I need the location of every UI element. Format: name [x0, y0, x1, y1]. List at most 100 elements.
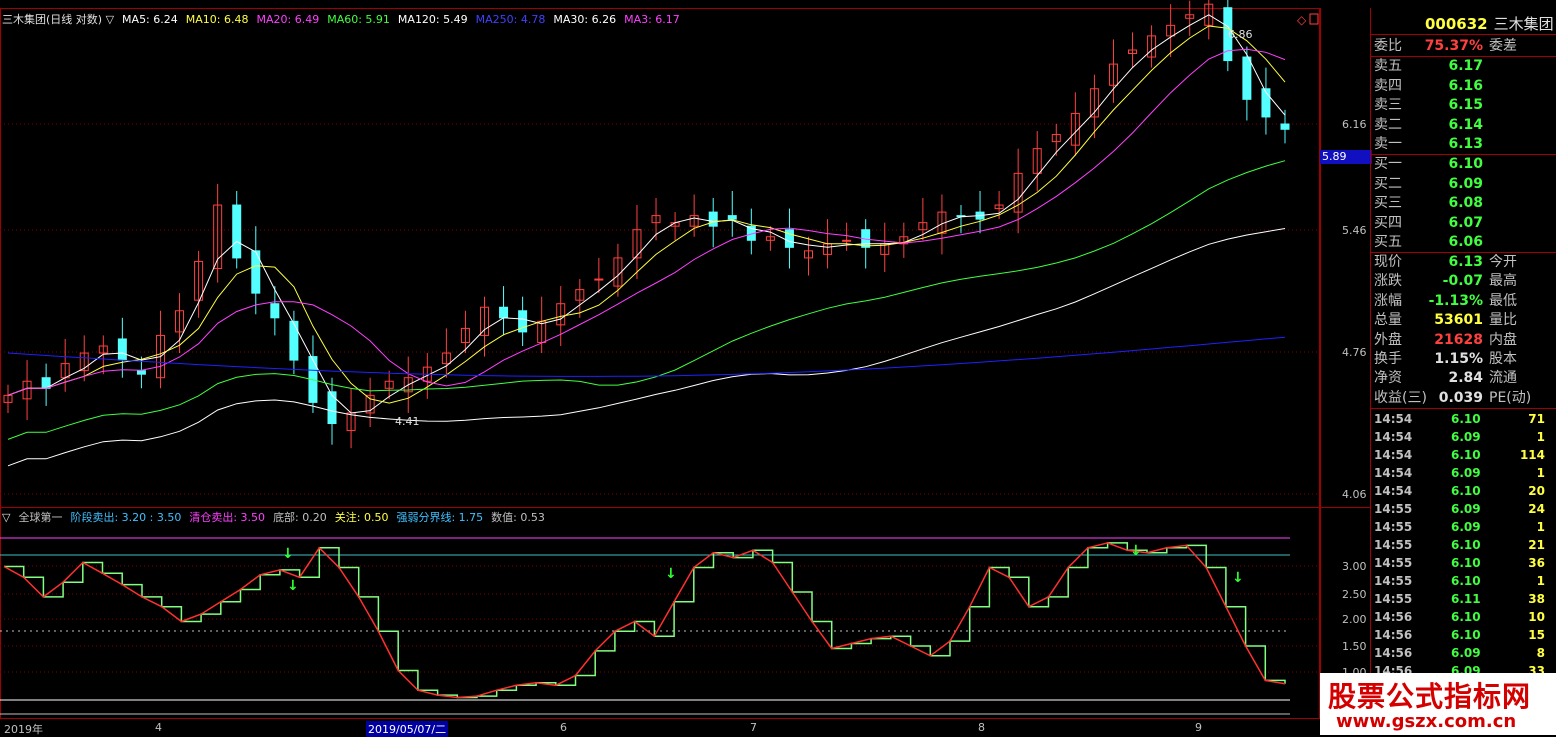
row-value: 2.84 [1448, 370, 1483, 387]
tick-price: 6.10 [1451, 448, 1481, 462]
stat-row: 收益(三) 0.039 PE(动) [1371, 389, 1556, 408]
tick-row[interactable]: 14:54 6.09 1 [1371, 464, 1556, 482]
tick-time: 14:55 [1374, 502, 1413, 516]
tick-row[interactable]: 14:56 6.09 8 [1371, 644, 1556, 662]
sell-signal-arrow-icon: ↓ [665, 566, 677, 582]
weicha-label: 委差 [1489, 38, 1517, 54]
row-label: 卖四 [1374, 77, 1402, 94]
row-label: 卖五 [1374, 58, 1402, 74]
sub-indicator-label: 清仓卖出: 3.50 [189, 511, 266, 524]
indicator-axis-label: 3.00 [1342, 560, 1367, 573]
ma-indicator-label: MA5: 6.24 [122, 13, 178, 26]
row-value: 6.14 [1448, 116, 1483, 133]
date-axis-label: 6 [560, 721, 567, 734]
ma-indicator-label: MA10: 6.48 [185, 13, 249, 26]
bid-row: 买三 6.08 [1371, 194, 1556, 213]
row-label: 现价 [1374, 254, 1402, 270]
tick-time: 14:55 [1374, 574, 1413, 588]
ask-row: 卖四 6.16 [1371, 77, 1556, 96]
tick-row[interactable]: 14:55 6.09 1 [1371, 518, 1556, 536]
row-value: 6.16 [1448, 77, 1483, 94]
candle-body [232, 204, 242, 259]
tick-time: 14:55 [1374, 592, 1413, 606]
candle-body [784, 229, 794, 248]
tick-row[interactable]: 14:56 6.10 15 [1371, 626, 1556, 644]
tick-row[interactable]: 14:54 6.10 71 [1371, 410, 1556, 428]
tick-price: 6.09 [1451, 646, 1481, 660]
watermark-title: 股票公式指标网 [1328, 680, 1532, 713]
candle-body [842, 239, 852, 242]
bid-row: 买五 6.06 [1371, 233, 1556, 252]
row-label: 卖二 [1374, 116, 1402, 133]
row-label-secondary: 今开 [1489, 254, 1517, 270]
tick-row[interactable]: 14:54 6.10 114 [1371, 446, 1556, 464]
tick-price: 6.09 [1451, 520, 1481, 534]
row-label: 卖三 [1374, 97, 1402, 113]
tick-row[interactable]: 14:55 6.10 1 [1371, 572, 1556, 590]
main-indicator-header: 三木集团(日线 对数) ▽ MA5: 6.24 MA10: 6.48 MA20: 6.… [2, 11, 688, 27]
row-value: 6.15 [1448, 97, 1483, 113]
tick-row[interactable]: 14:55 6.10 36 [1371, 554, 1556, 572]
row-value: 6.08 [1448, 195, 1483, 211]
tick-row[interactable]: 14:54 6.10 20 [1371, 482, 1556, 500]
stock-title: 000632 三木集团 [1425, 13, 1554, 34]
row-label: 涨跌 [1374, 273, 1402, 290]
sub-indicator-label: 全球第一 [18, 511, 63, 524]
tick-time: 14:56 [1374, 628, 1413, 642]
tick-price: 6.09 [1451, 430, 1481, 444]
ma20-line [7, 48, 1286, 396]
stat-row: 涨跌 -0.07 最高 [1371, 272, 1556, 291]
ask-row: 卖三 6.15 [1371, 96, 1556, 115]
row-label-secondary: 流通 [1489, 370, 1517, 387]
indicator-axis-label: 1.50 [1342, 640, 1367, 653]
tick-volume: 1 [1536, 520, 1545, 534]
sell-signal-arrow-icon: ↓ [287, 578, 299, 594]
row-label-secondary: PE(动) [1489, 389, 1532, 406]
tick-volume: 1 [1536, 574, 1545, 588]
row-value: 53601 [1434, 312, 1483, 329]
kline-chart-area[interactable]: ◇ ↓ ↓ ↓ ↓ ↓ 三木集团(日线 对数) ▽ MA5: 6.24 MA10: 6.48 M… [0, 0, 1372, 737]
row-label: 净资 [1374, 370, 1402, 387]
indicator-axis-label: 2.50 [1342, 588, 1367, 601]
ma-indicator-label: MA30: 6.26 [553, 13, 617, 26]
ma120-line [7, 228, 1286, 467]
row-label: 外盘 [1374, 331, 1402, 348]
weibi-label: 委比 [1374, 38, 1402, 54]
candle-body [708, 211, 718, 227]
row-label-secondary: 最高 [1489, 273, 1517, 290]
stock-code: 000632 [1425, 15, 1488, 33]
row-value: 6.17 [1448, 58, 1483, 74]
ma10-line [7, 25, 1286, 404]
candle-body [499, 306, 509, 319]
watermark: 股票公式指标网 www.gszx.com.cn [1320, 673, 1556, 735]
row-value: 6.13 [1448, 254, 1483, 270]
row-label: 买三 [1374, 195, 1402, 211]
kline-chart-canvas[interactable]: ◇ ↓ ↓ ↓ ↓ ↓ [0, 0, 1370, 735]
tick-row[interactable]: 14:55 6.10 21 [1371, 536, 1556, 554]
row-value: 6.10 [1448, 156, 1483, 172]
tick-time: 14:55 [1374, 556, 1413, 570]
sub-indicator-label: 关注: 0.50 [334, 511, 389, 524]
tick-time: 14:54 [1374, 484, 1413, 498]
high-annotation: 6.86 [1228, 28, 1253, 41]
sub-indicator-label: 底部: 0.20 [273, 511, 327, 524]
tick-price: 6.09 [1451, 502, 1481, 516]
sub-indicator-label: 数值: 0.53 [491, 511, 545, 524]
maximize-pane-icon [1309, 13, 1319, 25]
tick-volume: 24 [1528, 502, 1545, 516]
row-label: 涨幅 [1374, 292, 1402, 309]
tick-row[interactable]: 14:55 6.09 24 [1371, 500, 1556, 518]
row-value: 0.039 [1438, 389, 1483, 406]
collapse-icon: ▽ [2, 511, 11, 524]
tick-row[interactable]: 14:56 6.10 10 [1371, 608, 1556, 626]
row-label-secondary: 内盘 [1489, 331, 1517, 348]
quote-panel: 000632 三木集团 委比 75.37% 委差 卖五 6.17 卖四 6.16 卖三 6.… [1370, 8, 1556, 735]
tick-row[interactable]: 14:55 6.11 38 [1371, 590, 1556, 608]
tick-row[interactable]: 14:54 6.09 1 [1371, 428, 1556, 446]
ask-row: 卖一 6.13 [1371, 135, 1556, 154]
row-value: -0.07 [1442, 273, 1483, 290]
row-value: 6.09 [1448, 175, 1483, 192]
tick-price: 6.11 [1451, 592, 1481, 606]
tick-volume: 8 [1536, 646, 1545, 660]
row-label: 卖一 [1374, 136, 1402, 152]
